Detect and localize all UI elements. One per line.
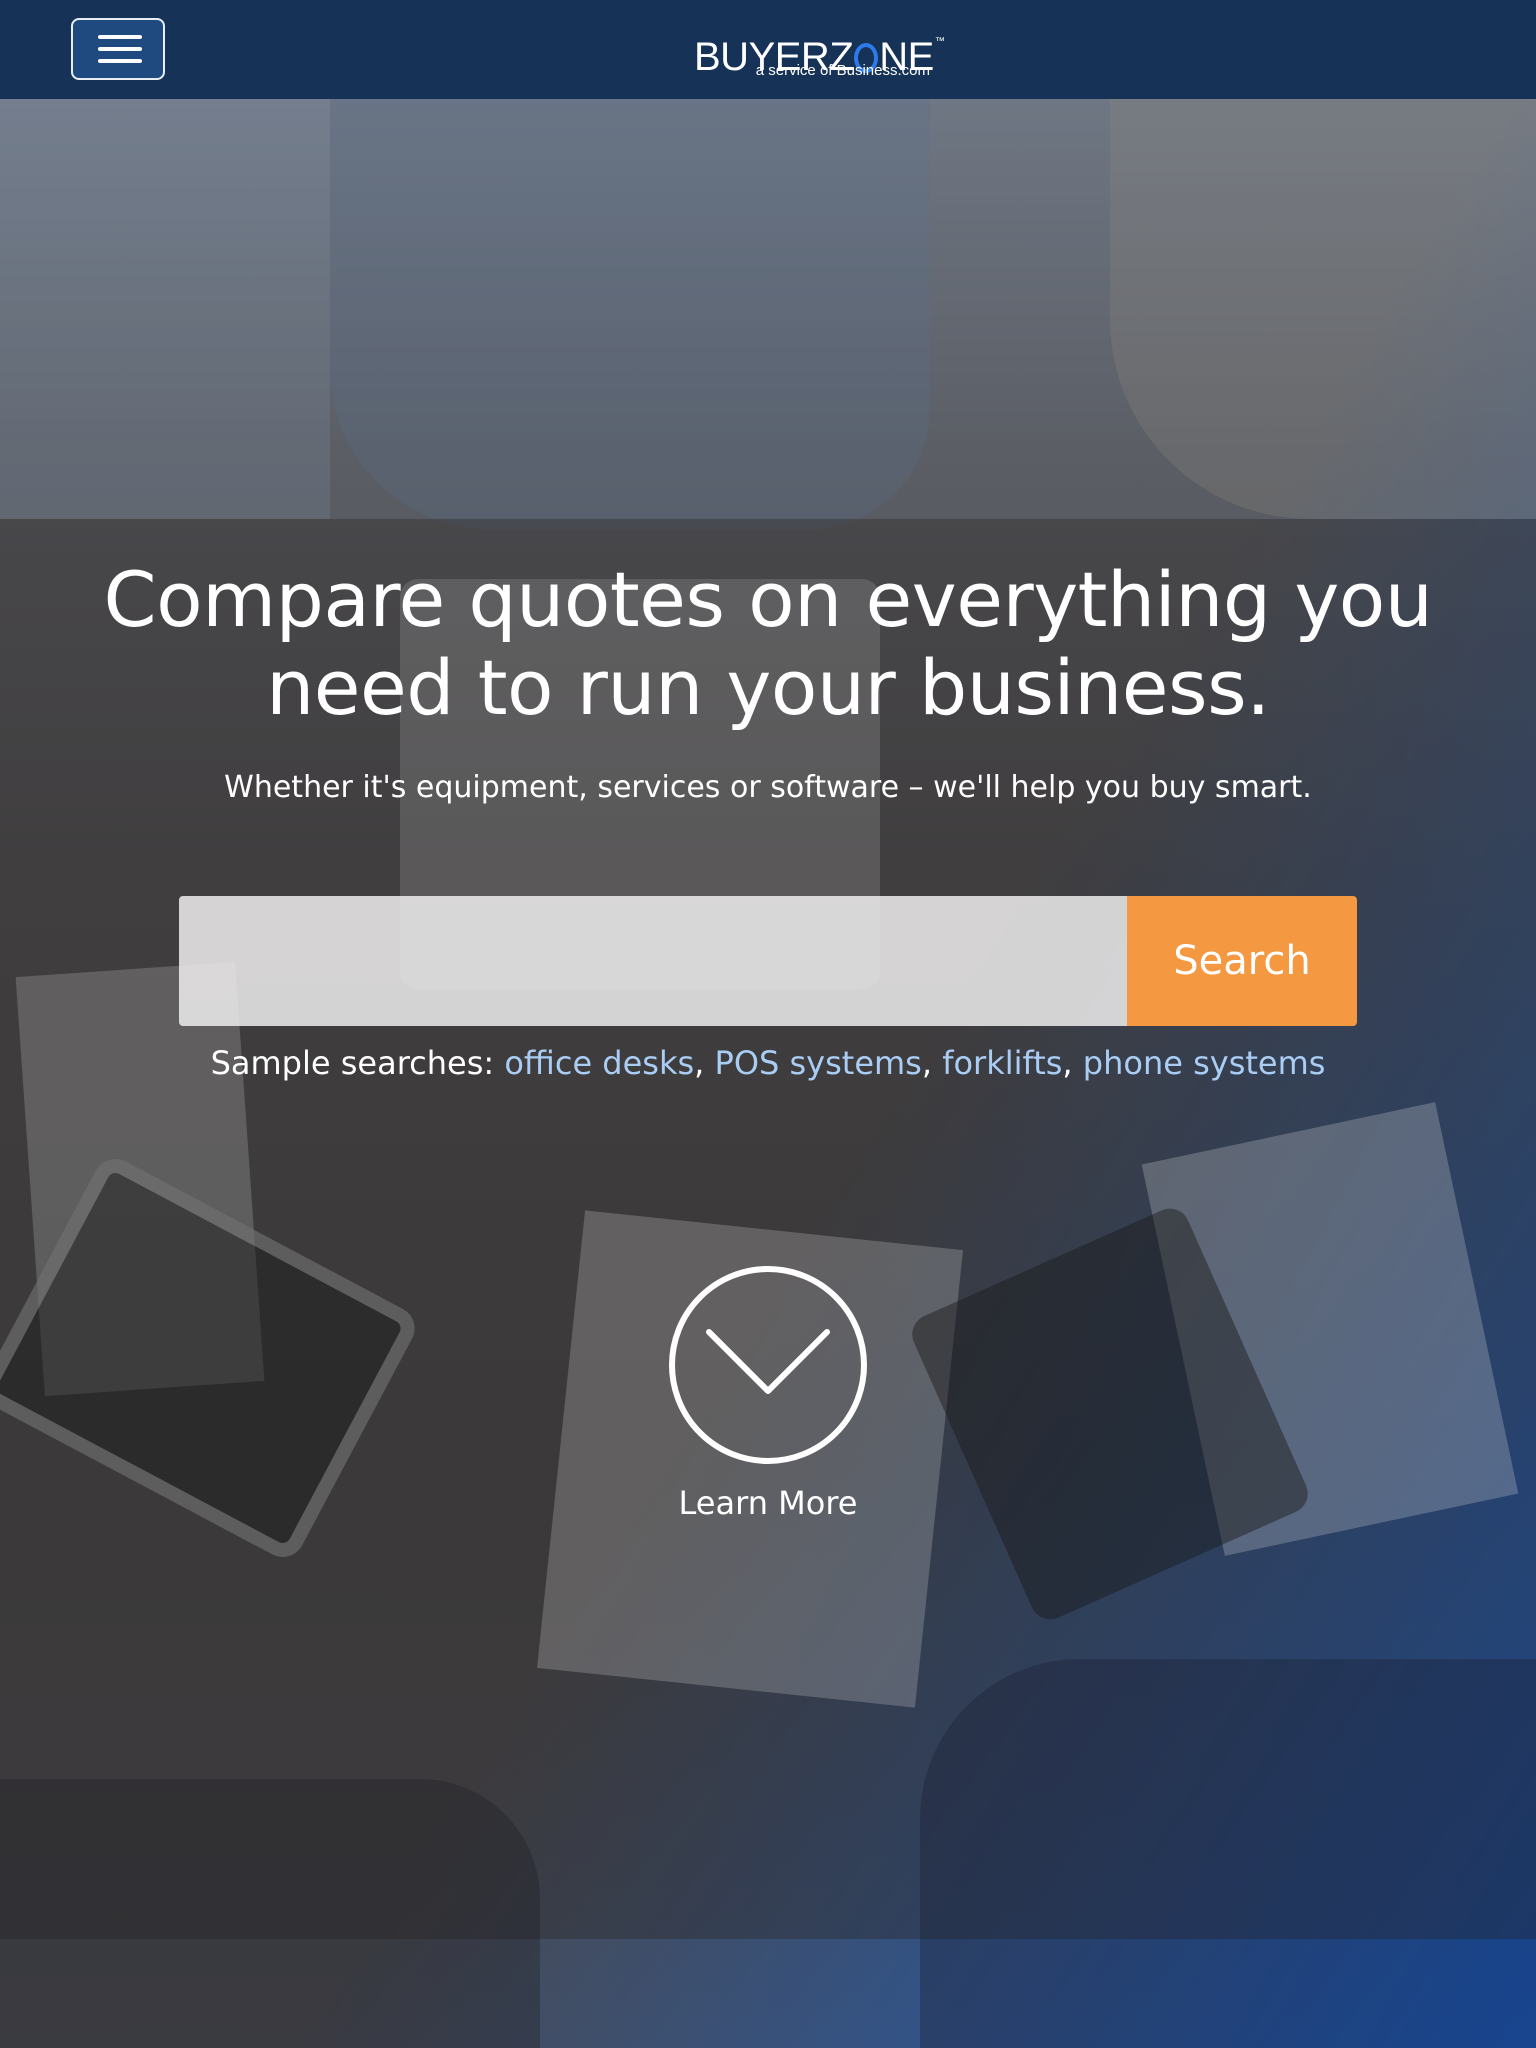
- search-input[interactable]: [179, 896, 1127, 1026]
- sample-link-phone-systems[interactable]: phone systems: [1083, 1044, 1326, 1082]
- hero-subtitle: Whether it's equipment, services or soft…: [224, 770, 1312, 805]
- sample-link-office-desks[interactable]: office desks: [504, 1044, 694, 1082]
- hamburger-menu-icon-bar: [98, 47, 142, 51]
- separator: ,: [1062, 1044, 1073, 1082]
- buyerzone-logo[interactable]: BUYERZ NE™ a service of Business.com: [690, 18, 950, 82]
- learn-more-button[interactable]: Learn More: [618, 1266, 918, 1532]
- sample-searches-label: Sample searches:: [210, 1044, 495, 1082]
- learn-more-label: Learn More: [678, 1484, 858, 1522]
- hamburger-menu-icon-bar: [98, 59, 142, 63]
- sample-link-forklifts[interactable]: forklifts: [942, 1044, 1062, 1082]
- separator: ,: [921, 1044, 933, 1082]
- logo-trademark: ™: [934, 36, 945, 47]
- logo-tagline: a service of Business.com: [755, 62, 930, 79]
- hamburger-menu-icon: [98, 35, 142, 39]
- menu-toggle-button[interactable]: [71, 18, 165, 80]
- sample-searches: Sample searches: office desks, POS syste…: [68, 1040, 1468, 1086]
- search-button[interactable]: Search: [1127, 896, 1357, 1026]
- separator: ,: [694, 1044, 705, 1082]
- search-form: Search: [179, 896, 1357, 1026]
- chevron-down-icon: [706, 1329, 830, 1394]
- sample-link-pos-systems[interactable]: POS systems: [715, 1044, 922, 1082]
- top-navbar: BUYERZ NE™ a service of Business.com: [0, 0, 1536, 99]
- hero-title: Compare quotes on everything you need to…: [103, 555, 1433, 732]
